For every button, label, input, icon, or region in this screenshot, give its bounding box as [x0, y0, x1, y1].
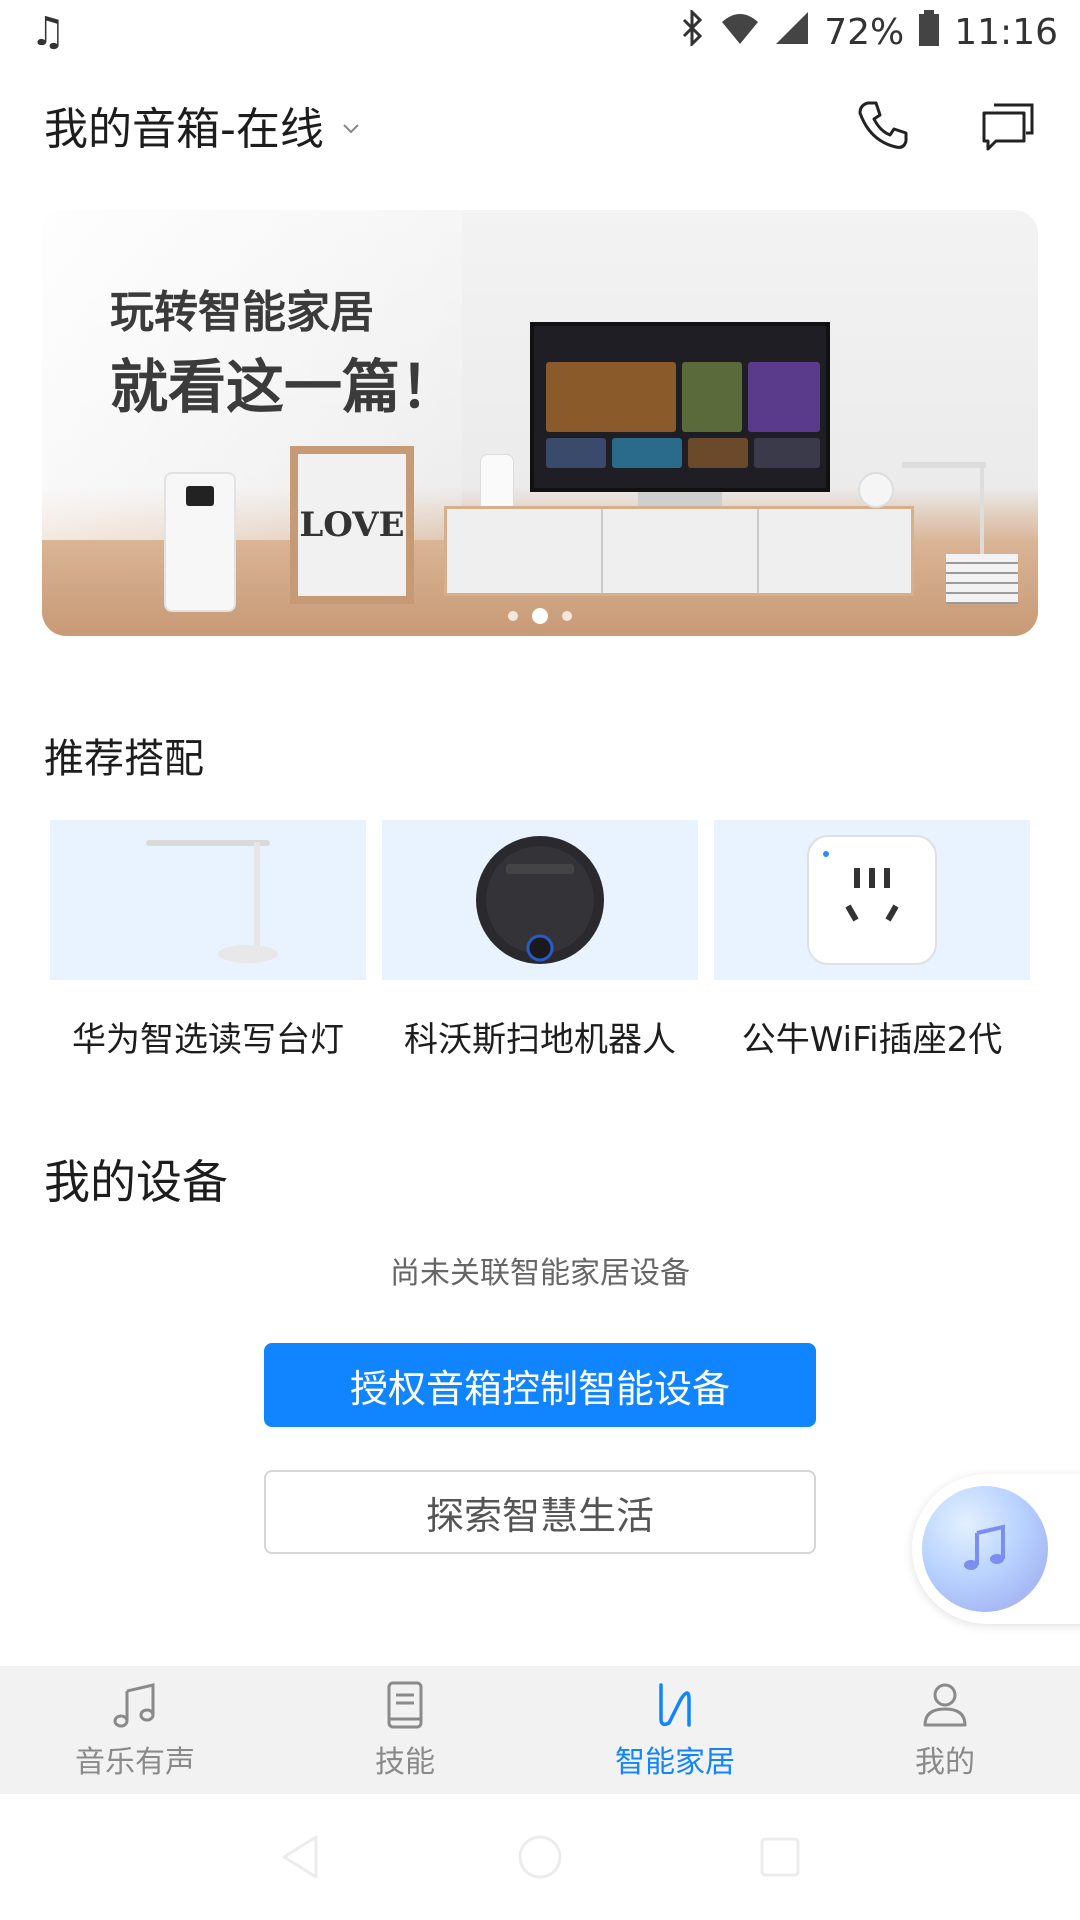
system-navigation-bar	[0, 1794, 1080, 1920]
explore-smart-life-button[interactable]: 探索智慧生活	[264, 1470, 816, 1554]
recommend-item-smart-plug[interactable]: 公牛WiFi插座2代	[714, 820, 1030, 1061]
tab-music[interactable]: 音乐有声	[0, 1666, 270, 1794]
tv-cabinet-illustration	[444, 506, 914, 596]
signal-icon	[774, 10, 810, 55]
tv-stand-illustration	[638, 492, 722, 506]
lamp-illustration	[902, 462, 986, 468]
person-icon	[923, 1683, 967, 1727]
home-icon[interactable]	[510, 1827, 570, 1887]
recommend-item-label: 华为智选读写台灯	[72, 1020, 344, 1060]
app-header: 我的音箱-在线	[0, 80, 1080, 170]
recommend-item-robot-vacuum[interactable]: 科沃斯扫地机器人	[382, 820, 698, 1061]
tab-label: 音乐有声	[75, 1745, 195, 1780]
router-illustration	[480, 454, 514, 510]
tab-label: 我的	[915, 1745, 975, 1780]
no-devices-message: 尚未关联智能家居设备	[390, 1256, 690, 1291]
chat-icon[interactable]	[980, 97, 1036, 153]
phone-icon[interactable]	[854, 97, 910, 153]
tab-skills[interactable]: 技能	[270, 1666, 540, 1794]
tab-smart-home[interactable]: 智能家居	[540, 1666, 810, 1794]
book-icon	[387, 1681, 423, 1729]
air-purifier-illustration	[164, 472, 236, 612]
music-notification-icon: ♫	[30, 9, 66, 55]
recommend-item-desk-lamp[interactable]: 华为智选读写台灯	[50, 820, 366, 1061]
speaker-title: 我的音箱-在线	[44, 104, 324, 155]
battery-percent: 72%	[824, 11, 905, 53]
music-note-icon[interactable]	[922, 1486, 1048, 1612]
tab-label: 智能家居	[615, 1745, 735, 1780]
status-indicators: 72% 11:16	[678, 7, 1058, 56]
bottom-tab-bar: 音乐有声 技能 智能家居 我的	[0, 1666, 1080, 1794]
carousel-dot-active[interactable]	[532, 608, 548, 624]
banner-headline: 玩转智能家居	[110, 287, 374, 338]
carousel-dot[interactable]	[562, 611, 572, 621]
carousel-indicator	[42, 608, 1038, 624]
clock: 11:16	[954, 11, 1058, 53]
banner-subheadline: 就看这一篇！	[110, 353, 459, 421]
authorize-devices-button[interactable]: 授权音箱控制智能设备	[264, 1343, 816, 1427]
recommend-item-label: 公牛WiFi插座2代	[741, 1020, 1003, 1060]
devices-section-title: 我的设备	[44, 1155, 228, 1209]
speaker-selector[interactable]: 我的音箱-在线	[44, 93, 360, 157]
battery-icon	[918, 9, 940, 56]
music-note-icon	[113, 1683, 155, 1728]
camera-illustration	[858, 472, 894, 508]
wifi-icon	[720, 10, 760, 55]
back-icon[interactable]	[270, 1827, 330, 1887]
lamp-pole-illustration	[980, 462, 984, 558]
recommend-section-title: 推荐搭配	[44, 736, 204, 782]
tab-label: 技能	[375, 1745, 435, 1780]
frame-text: LOVE	[298, 454, 406, 596]
books-illustration	[946, 554, 1018, 604]
carousel-dot[interactable]	[508, 611, 518, 621]
robot-vacuum-icon	[382, 820, 698, 980]
smart-home-icon	[659, 1683, 691, 1727]
picture-frame-illustration: LOVE	[290, 446, 414, 604]
desk-lamp-icon	[50, 820, 366, 980]
recents-icon[interactable]	[750, 1827, 810, 1887]
recommend-item-label: 科沃斯扫地机器人	[404, 1020, 676, 1060]
smart-plug-icon	[714, 820, 1030, 980]
tv-illustration	[530, 322, 830, 492]
bluetooth-icon	[678, 7, 706, 55]
floating-player	[912, 1474, 1080, 1624]
chevron-down-icon	[342, 116, 360, 141]
status-bar: ♫ 72% 11:16	[0, 0, 1080, 64]
recommend-list: 华为智选读写台灯 科沃斯扫地机器人 公牛WiFi插座2代	[50, 820, 1030, 1061]
promo-banner[interactable]: 玩转智能家居 就看这一篇！ LOVE	[42, 210, 1038, 636]
tab-me[interactable]: 我的	[810, 1666, 1080, 1794]
